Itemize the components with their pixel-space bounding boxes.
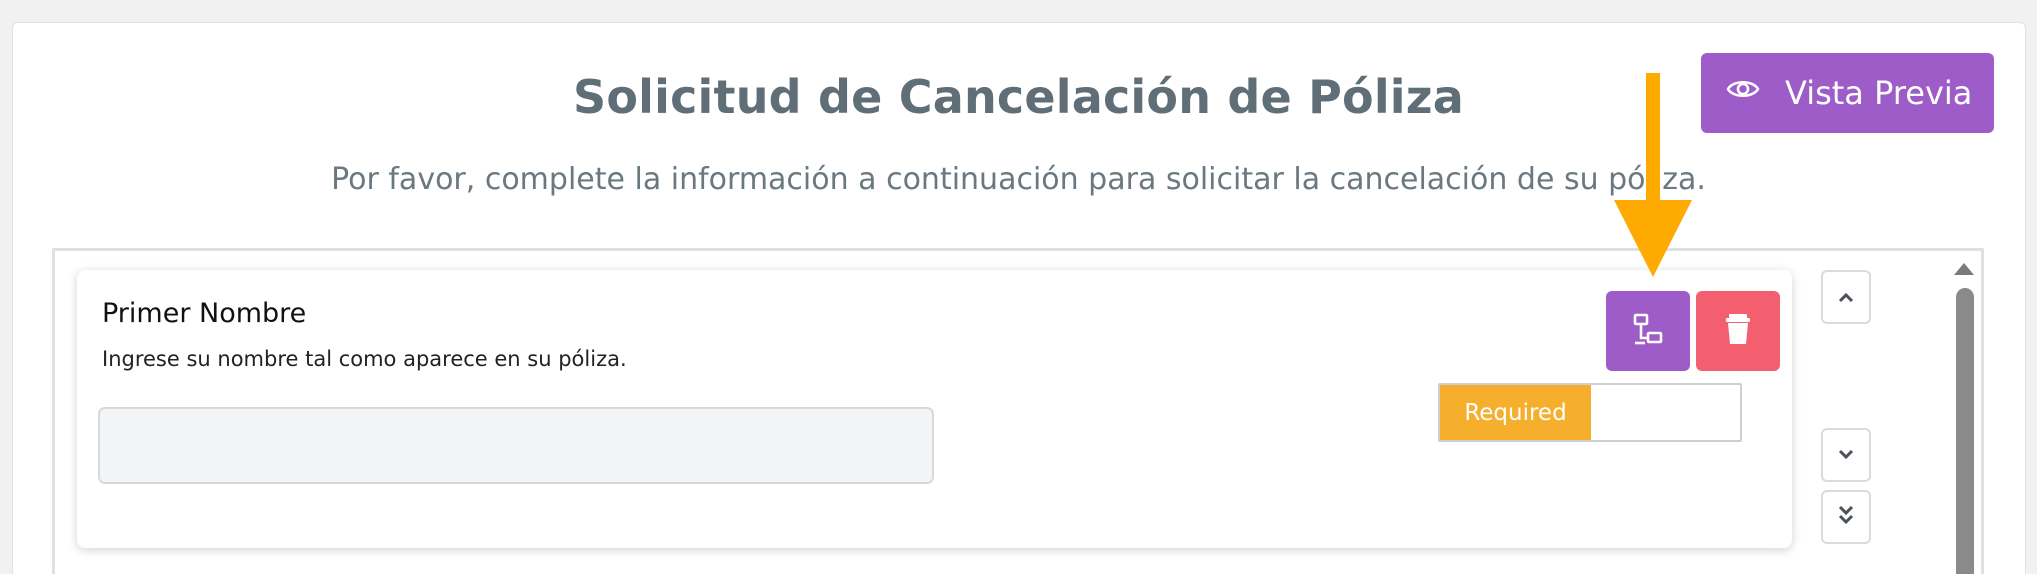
trash-icon: [1723, 312, 1753, 350]
annotation-arrow-shaft: [1646, 73, 1660, 208]
annotation-arrow-head: [1614, 200, 1692, 277]
conditional-logic-button[interactable]: [1606, 291, 1690, 371]
move-down-button[interactable]: [1821, 428, 1871, 482]
first-name-input[interactable]: [98, 407, 934, 484]
chevron-down-icon: [1837, 446, 1855, 465]
preview-button-label: Vista Previa: [1785, 74, 1973, 112]
eye-icon: [1725, 71, 1761, 115]
field-help-text: Ingrese su nombre tal como aparece en su…: [102, 347, 627, 371]
sitemap-icon: [1631, 312, 1665, 350]
required-toggle[interactable]: Required: [1438, 383, 1742, 442]
scrollbar-thumb[interactable]: [1956, 288, 1974, 574]
page-subtitle: Por favor, complete la información a con…: [331, 162, 1706, 197]
delete-field-button[interactable]: [1696, 291, 1780, 371]
preview-button[interactable]: Vista Previa: [1701, 53, 1994, 133]
required-toggle-label: Required: [1440, 385, 1591, 440]
chevron-up-icon: [1837, 288, 1855, 307]
field-label: Primer Nombre: [102, 298, 307, 329]
move-to-bottom-button[interactable]: [1821, 490, 1871, 544]
double-chevron-down-icon: [1837, 505, 1855, 529]
scrollbar-up-arrow[interactable]: [1954, 263, 1974, 275]
move-up-button[interactable]: [1821, 270, 1871, 324]
